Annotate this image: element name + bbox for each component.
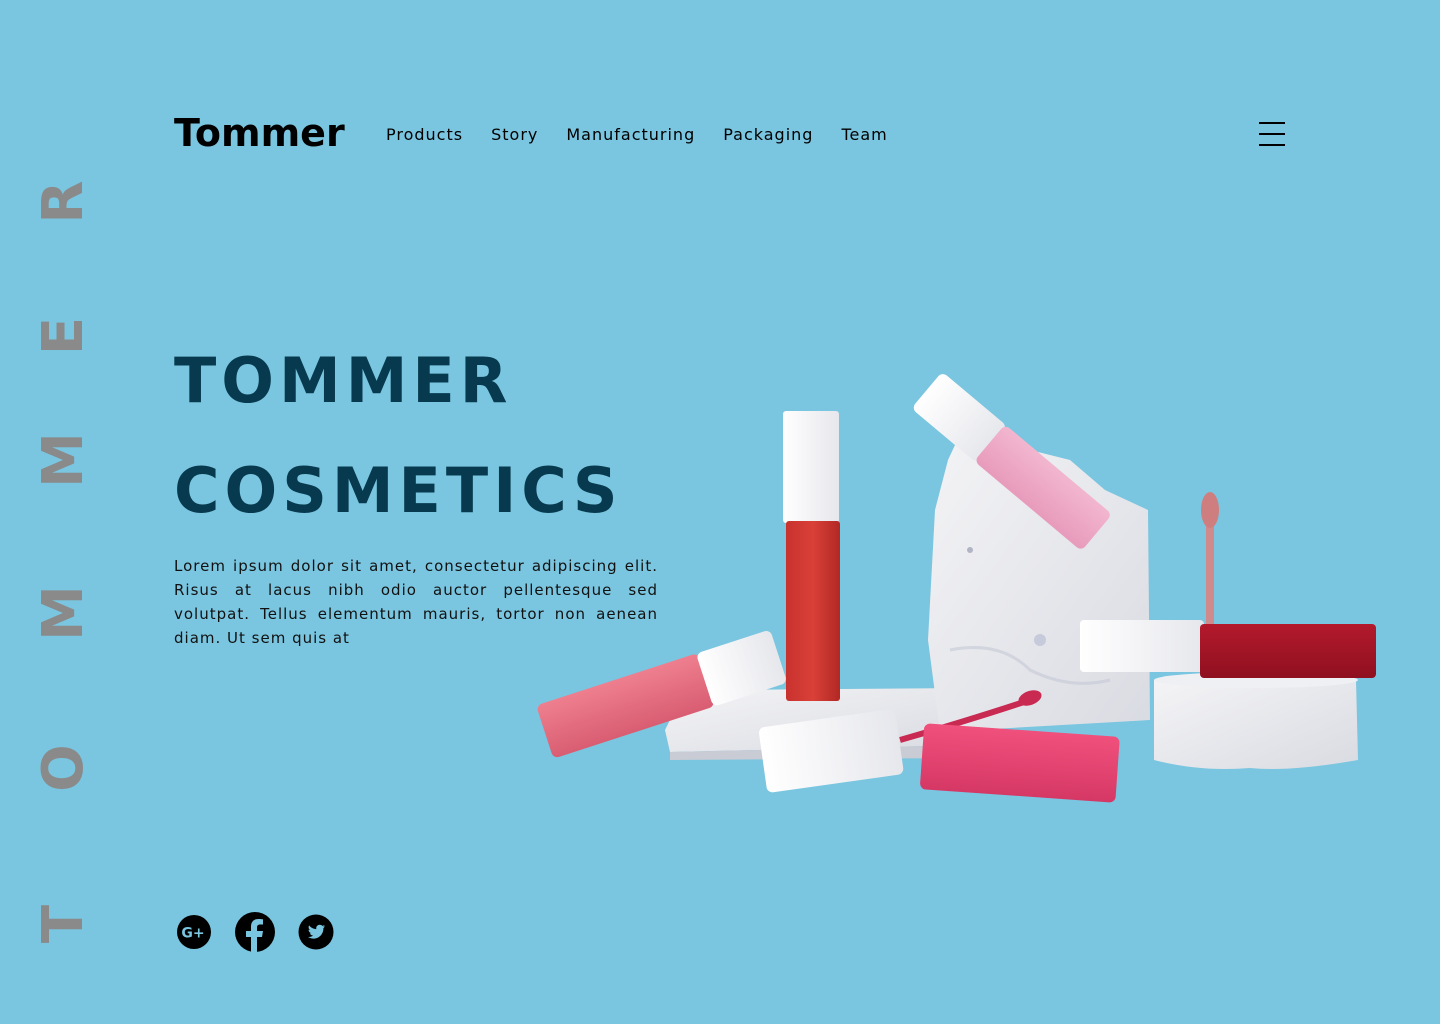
hero-title-line1: TOMMER (174, 344, 513, 417)
brand-letter: M (31, 585, 96, 641)
facebook-icon[interactable] (234, 911, 276, 953)
landing-page: T O M M E R Tommer Products Story Manufa… (0, 0, 1440, 1024)
red-lipgloss-tube (783, 411, 840, 701)
nav-packaging[interactable]: Packaging (723, 125, 813, 144)
brand-letter: R (31, 180, 96, 224)
brand-letter: O (31, 744, 96, 792)
hamburger-menu-icon[interactable] (1256, 118, 1288, 150)
google-plus-icon[interactable]: G+ (176, 914, 212, 950)
brand-letter: T (31, 904, 96, 944)
nav-team[interactable]: Team (841, 125, 887, 144)
product-image (537, 374, 1376, 803)
svg-text:G+: G+ (181, 926, 204, 942)
nav-products[interactable]: Products (386, 125, 463, 144)
twitter-icon[interactable] (298, 914, 334, 950)
nav-story[interactable]: Story (491, 125, 538, 144)
site-logo[interactable]: Tommer (174, 108, 345, 158)
applicator-wand (1201, 492, 1219, 630)
brand-letter: E (31, 316, 96, 356)
main-nav: Products Story Manufacturing Packaging T… (386, 121, 916, 147)
dark-red-lipgloss-tube (1080, 620, 1376, 678)
nav-manufacturing[interactable]: Manufacturing (566, 125, 695, 144)
vertical-brand-text: T O M M E R (31, 180, 96, 952)
stone-puck (1154, 672, 1358, 769)
social-links: G+ (176, 911, 334, 953)
brand-letter: M (31, 432, 96, 488)
